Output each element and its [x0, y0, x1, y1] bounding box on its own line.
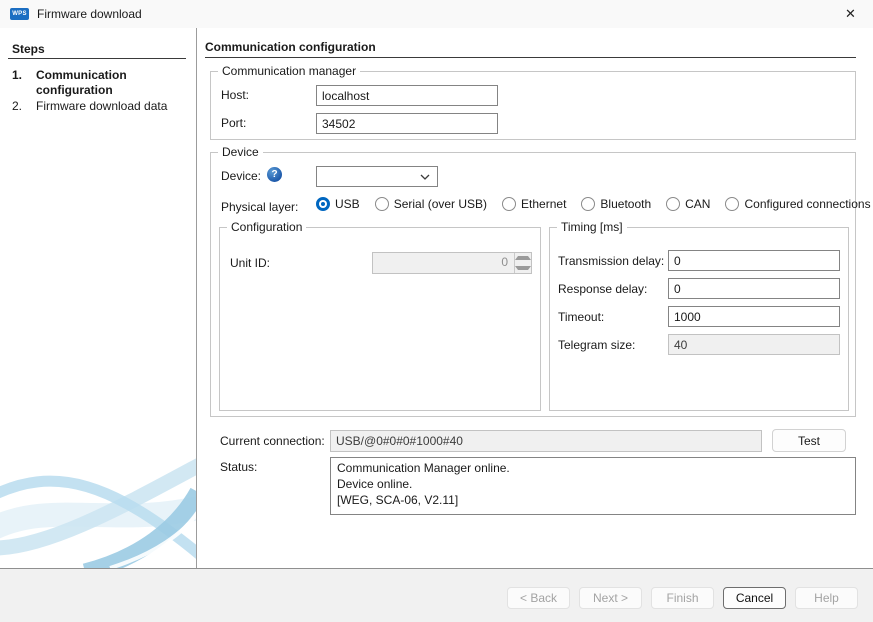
help-icon[interactable]: ? [267, 167, 282, 182]
group-legend: Configuration [227, 220, 306, 234]
wps-app-icon: WPS [10, 8, 29, 20]
device-group: Device Device: ? Physical layer: USB Ser… [210, 152, 856, 417]
wizard-footer: < Back Next > Finish Cancel Help [0, 568, 873, 622]
current-connection-field [330, 430, 762, 452]
title-bar: WPS Firmware download ✕ [0, 0, 873, 28]
back-button: < Back [507, 587, 570, 609]
test-button[interactable]: Test [772, 429, 846, 452]
weg-swoosh-graphic [0, 450, 196, 568]
radio-unselected-icon [581, 197, 595, 211]
unit-id-value: 0 [373, 253, 514, 273]
timeout-label: Timeout: [558, 310, 604, 324]
radio-label: Serial (over USB) [394, 197, 487, 211]
port-label: Port: [221, 116, 246, 130]
stepper-buttons [514, 253, 531, 273]
group-legend: Communication manager [218, 64, 360, 78]
radio-selected-icon [316, 197, 330, 211]
firmware-download-dialog: WPS Firmware download ✕ Steps 1. Communi… [0, 0, 873, 622]
step-number: 1. [12, 68, 36, 98]
radio-unselected-icon [375, 197, 389, 211]
radio-label: CAN [685, 197, 710, 211]
sidebar-item-step-2[interactable]: 2. Firmware download data [12, 99, 188, 114]
steps-divider [8, 58, 186, 59]
timeout-input[interactable] [668, 306, 840, 327]
port-input[interactable] [316, 113, 498, 134]
status-label: Status: [220, 460, 257, 474]
radio-configured-connections[interactable]: Configured connections [725, 197, 870, 211]
stepper-down-icon[interactable] [515, 263, 531, 273]
current-connection-label: Current connection: [220, 434, 325, 448]
configuration-group: Configuration Unit ID: 0 [219, 227, 541, 411]
transmission-delay-input[interactable] [668, 250, 840, 271]
host-input[interactable] [316, 85, 498, 106]
status-field: Communication Manager online. Device onl… [330, 457, 856, 515]
radio-bluetooth[interactable]: Bluetooth [581, 197, 651, 211]
stepper-up-icon[interactable] [515, 253, 531, 263]
radio-ethernet[interactable]: Ethernet [502, 197, 566, 211]
communication-manager-group: Communication manager Host: Port: [210, 71, 856, 140]
window-title: Firmware download [37, 7, 142, 21]
radio-label: USB [335, 197, 360, 211]
radio-unselected-icon [666, 197, 680, 211]
next-button: Next > [579, 587, 642, 609]
chevron-down-icon [420, 174, 430, 180]
status-line: Device online. [337, 476, 849, 492]
unit-id-label: Unit ID: [230, 256, 270, 270]
response-delay-input[interactable] [668, 278, 840, 299]
radio-label: Ethernet [521, 197, 566, 211]
physical-layer-radios: USB Serial (over USB) Ethernet Bluetooth… [316, 197, 871, 211]
telegram-size-input [668, 334, 840, 355]
communication-configuration-page: Communication configuration Communicatio… [197, 28, 873, 568]
physical-layer-label: Physical layer: [221, 200, 298, 214]
host-label: Host: [221, 88, 249, 102]
cancel-button[interactable]: Cancel [723, 587, 786, 609]
finish-button: Finish [651, 587, 714, 609]
radio-unselected-icon [502, 197, 516, 211]
radio-unselected-icon [725, 197, 739, 211]
radio-label: Configured connections [744, 197, 870, 211]
step-label: Firmware download data [36, 99, 186, 114]
close-icon[interactable]: ✕ [828, 0, 873, 28]
device-label: Device: [221, 169, 261, 183]
radio-usb[interactable]: USB [316, 197, 360, 211]
response-delay-label: Response delay: [558, 282, 647, 296]
steps-panel: Steps 1. Communication configuration 2. … [0, 28, 196, 568]
telegram-size-label: Telegram size: [558, 338, 635, 352]
radio-can[interactable]: CAN [666, 197, 710, 211]
page-title-divider [205, 57, 856, 58]
unit-id-stepper: 0 [372, 252, 532, 274]
group-legend: Device [218, 145, 263, 159]
group-legend: Timing [ms] [557, 220, 627, 234]
status-line: Communication Manager online. [337, 460, 849, 476]
radio-label: Bluetooth [600, 197, 651, 211]
radio-serial-over-usb[interactable]: Serial (over USB) [375, 197, 487, 211]
wizard-buttons: < Back Next > Finish Cancel Help [507, 587, 858, 609]
sidebar-item-step-1[interactable]: 1. Communication configuration [12, 68, 188, 98]
step-number: 2. [12, 99, 36, 114]
device-select[interactable] [316, 166, 438, 187]
page-title: Communication configuration [205, 40, 376, 54]
step-label: Communication configuration [36, 68, 186, 98]
timing-group: Timing [ms] Transmission delay: Response… [549, 227, 849, 411]
help-button: Help [795, 587, 858, 609]
status-line: [WEG, SCA-06, V2.11] [337, 492, 849, 508]
steps-heading: Steps [12, 42, 45, 56]
transmission-delay-label: Transmission delay: [558, 254, 664, 268]
